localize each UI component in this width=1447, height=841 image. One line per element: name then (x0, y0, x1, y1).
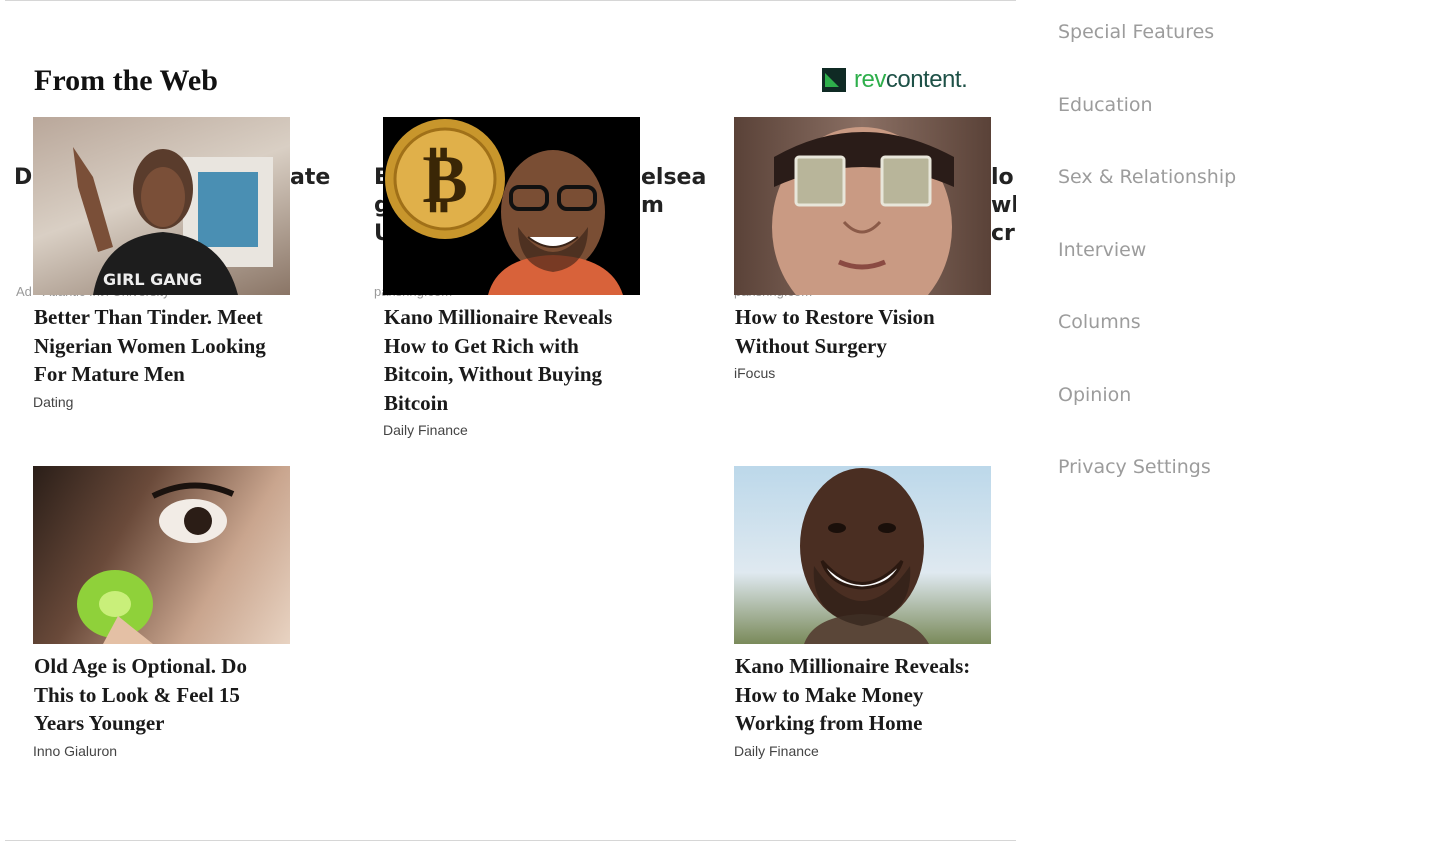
ad-card[interactable]: How to Restore Vision Without Surgery iF… (734, 117, 992, 382)
sidebar-nav: Special Features Education Sex & Relatio… (1058, 18, 1236, 526)
ad-thumbnail[interactable] (734, 466, 991, 644)
bitcoin-man-image: ₿ (385, 119, 623, 295)
background-headline-fragment: lo t (991, 165, 1016, 190)
sidebar-item-opinion[interactable]: Opinion (1058, 381, 1236, 409)
svg-text:₿: ₿ (422, 140, 467, 219)
top-divider (5, 0, 1016, 1)
ad-thumbnail[interactable] (734, 117, 991, 295)
ad-source: Daily Finance (734, 742, 819, 759)
ad-title[interactable]: Old Age is Optional. Do This to Look & F… (34, 652, 291, 738)
sidebar-item-privacy-settings[interactable]: Privacy Settings (1058, 453, 1236, 481)
smiling-man-image (800, 468, 929, 644)
ad-source: Inno Gialuron (33, 742, 118, 759)
woman-selfie-image: GIRL GANG (73, 147, 273, 295)
revcontent-logo-icon (822, 68, 846, 92)
revcontent-logo-text: revcontent. (854, 66, 968, 93)
ad-card[interactable]: Old Age is Optional. Do This to Look & F… (33, 466, 291, 760)
ad-title[interactable]: Better Than Tinder. Meet Nigerian Women … (34, 303, 291, 389)
background-headline-fragment: cri (991, 221, 1016, 246)
background-headline-fragment: ate (290, 165, 331, 190)
revcontent-logo[interactable]: revcontent. (822, 66, 968, 94)
widget-heading: From the Web (34, 64, 218, 97)
background-headline-fragment: wh (991, 193, 1016, 218)
ad-source: iFocus (734, 365, 776, 381)
sidebar-item-special-features[interactable]: Special Features (1058, 18, 1236, 46)
background-headline-fragment: m (641, 193, 664, 218)
tea-bag-eyes-image (772, 127, 954, 295)
ad-title[interactable]: Kano Millionaire Reveals How to Get Rich… (384, 303, 641, 417)
svg-text:GIRL GANG: GIRL GANG (103, 270, 202, 289)
background-headline-fragment: elsea (641, 165, 707, 190)
bitcoin-coin-icon: ₿ (385, 119, 505, 239)
ad-card[interactable]: GIRL GANG Better Than Tinder. Meet Niger… (33, 117, 291, 411)
ad-thumbnail[interactable] (33, 466, 290, 644)
sidebar-item-interview[interactable]: Interview (1058, 236, 1236, 264)
ad-card[interactable]: ₿ Kano Millionaire Reveals How to Get Ri… (383, 117, 641, 439)
sidebar-item-columns[interactable]: Columns (1058, 308, 1236, 336)
ad-source: Daily Finance (383, 422, 468, 438)
ad-title[interactable]: How to Restore Vision Without Surgery (735, 303, 992, 360)
ad-thumbnail[interactable]: ₿ (383, 117, 640, 295)
face-cream-image (77, 482, 235, 644)
ad-source: Dating (33, 393, 74, 410)
sidebar-item-sex-relationship[interactable]: Sex & Relationship (1058, 163, 1236, 191)
ad-thumbnail[interactable]: GIRL GANG (33, 117, 290, 295)
ad-title[interactable]: Kano Millionaire Reveals: How to Make Mo… (735, 652, 992, 738)
ad-card[interactable]: Kano Millionaire Reveals: How to Make Mo… (734, 466, 992, 760)
sidebar-item-education[interactable]: Education (1058, 91, 1236, 119)
